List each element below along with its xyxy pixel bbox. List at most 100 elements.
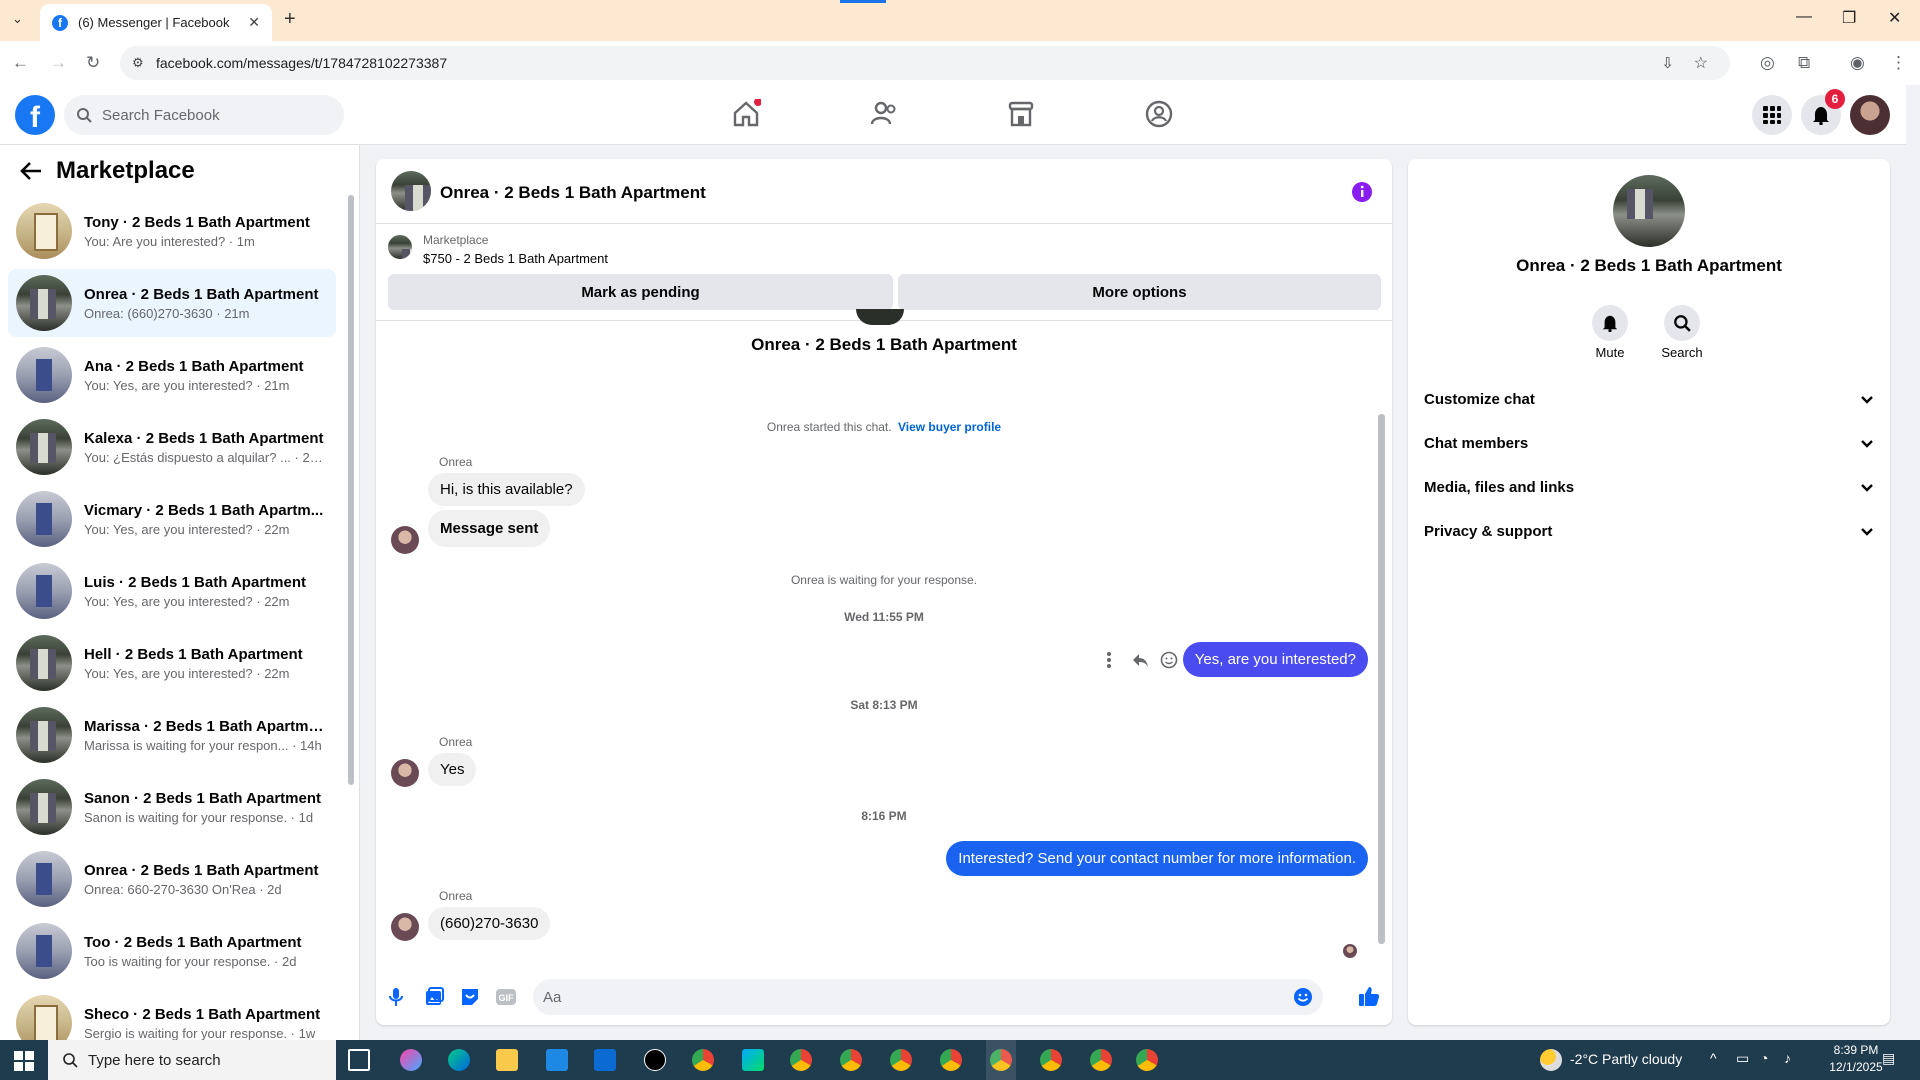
extension-badge-icon[interactable]: ◎ — [1760, 53, 1775, 73]
reply-icon[interactable] — [1131, 651, 1149, 669]
emoji-icon[interactable] — [1293, 987, 1313, 1007]
listing-title[interactable]: $750 - 2 Beds 1 Bath Apartment — [423, 251, 608, 266]
microphone-icon[interactable] — [388, 987, 404, 1007]
conversation-item[interactable]: Ana · 2 Beds 1 Bath Apartment You: Yes, a… — [8, 341, 336, 409]
mute-button[interactable] — [1592, 305, 1628, 341]
notifications-button[interactable]: 6 — [1801, 89, 1845, 135]
address-bar[interactable]: ⚙ facebook.com/messages/t/17847281022733… — [120, 46, 1730, 80]
site-info-icon[interactable]: ⚙ — [132, 55, 144, 71]
chat-title[interactable]: Onrea · 2 Beds 1 Bath Apartment — [440, 183, 706, 203]
conversation-scrollbar[interactable] — [348, 195, 354, 785]
marketplace-icon[interactable] — [1006, 99, 1036, 129]
chat-avatar[interactable] — [391, 171, 431, 211]
gif-icon[interactable]: GIF — [495, 988, 517, 1006]
conversation-item[interactable]: Kalexa · 2 Beds 1 Bath Apartment You: ¿Es… — [8, 413, 336, 481]
copilot-icon[interactable] — [400, 1049, 422, 1071]
facebook-logo[interactable]: f — [15, 95, 55, 135]
new-tab-button[interactable]: + — [284, 8, 296, 31]
windows-start-icon[interactable] — [14, 1051, 34, 1071]
search-conversation-button[interactable] — [1664, 305, 1700, 341]
message-bubble-incoming[interactable]: Yes — [428, 753, 477, 786]
conversation-item[interactable]: Vicmary · 2 Beds 1 Bath Apartm... You: Ye… — [8, 485, 336, 553]
conversation-item[interactable]: Tony · 2 Beds 1 Bath Apartment You: Are y… — [8, 197, 336, 265]
conversation-item[interactable]: Luis · 2 Beds 1 Bath Apartment You: Yes, … — [8, 557, 336, 625]
chrome-icon[interactable] — [692, 1049, 714, 1071]
message-bubble-incoming[interactable]: Message sent — [428, 510, 551, 547]
tab-search-chevron-icon[interactable]: ⌄ — [12, 11, 23, 27]
conversation-item[interactable]: Sanon · 2 Beds 1 Bath Apartment Sanon is … — [8, 773, 336, 841]
browser-menu-icon[interactable]: ⋮ — [1890, 53, 1907, 73]
store-icon[interactable] — [546, 1049, 568, 1071]
chat-scrollbar[interactable] — [1378, 414, 1385, 944]
friends-icon[interactable] — [869, 99, 899, 129]
weather-icon[interactable] — [1540, 1049, 1562, 1071]
profile-icon[interactable]: ◉ — [1850, 53, 1865, 73]
chrome-icon[interactable] — [1136, 1049, 1158, 1071]
info-icon[interactable] — [1351, 181, 1373, 203]
menu-grid-button[interactable] — [1752, 95, 1792, 135]
browser-tab-active[interactable]: f (6) Messenger | Facebook ✕ — [40, 4, 272, 41]
wifi-icon[interactable]: ◔ — [1760, 1050, 1768, 1066]
conversation-item[interactable]: Marissa · 2 Beds 1 Bath Apartment Marissa… — [8, 701, 336, 769]
sticker-icon[interactable] — [460, 987, 480, 1007]
sender-avatar[interactable] — [391, 759, 419, 787]
restore-window-icon[interactable]: ❐ — [1842, 8, 1856, 28]
conversation-item[interactable]: Hell · 2 Beds 1 Bath Apartment You: Yes, … — [8, 629, 336, 697]
message-bubble-incoming[interactable]: (660)270-3630 — [428, 907, 551, 940]
message-bubble-outgoing[interactable]: Yes, are you interested? — [1182, 642, 1368, 677]
view-buyer-profile-link[interactable]: View buyer profile — [898, 420, 1001, 434]
taskbar-search-input[interactable]: Type here to search — [48, 1040, 336, 1080]
minimize-window-icon[interactable]: — — [1796, 8, 1812, 26]
edge-icon[interactable] — [448, 1049, 470, 1071]
reload-icon[interactable]: ↻ — [86, 53, 100, 73]
mark-as-pending-button[interactable]: Mark as pending — [388, 274, 893, 310]
groups-icon[interactable] — [1144, 99, 1174, 129]
volume-icon[interactable]: ♪ — [1784, 1050, 1791, 1066]
chrome-icon[interactable] — [790, 1049, 812, 1071]
install-app-icon[interactable]: ⇩ — [1661, 54, 1674, 72]
outlook-icon[interactable] — [594, 1049, 616, 1071]
message-input[interactable]: Aa — [533, 979, 1323, 1015]
play-icon[interactable] — [742, 1049, 764, 1071]
weather-text[interactable]: -2°C Partly cloudy — [1570, 1051, 1682, 1067]
close-tab-icon[interactable]: ✕ — [248, 14, 260, 31]
more-options-button[interactable]: More options — [898, 274, 1381, 310]
thumbs-up-icon[interactable] — [1358, 985, 1380, 1007]
sender-avatar[interactable] — [391, 526, 419, 554]
account-avatar[interactable] — [1850, 95, 1890, 135]
react-emoji-icon[interactable] — [1160, 651, 1178, 669]
back-arrow-icon[interactable] — [20, 161, 42, 181]
tiktok-icon[interactable] — [644, 1049, 666, 1071]
bookmark-star-icon[interactable]: ☆ — [1694, 53, 1708, 73]
notification-center-icon[interactable]: ▤ — [1882, 1050, 1895, 1067]
details-section[interactable]: Customize chat — [1424, 391, 1874, 408]
close-window-icon[interactable]: ✕ — [1888, 8, 1901, 28]
chrome-icon[interactable] — [940, 1049, 962, 1071]
extensions-puzzle-icon[interactable]: ⧉ — [1798, 53, 1810, 73]
details-avatar[interactable] — [1613, 175, 1685, 247]
details-section[interactable]: Chat members — [1424, 435, 1874, 452]
message-more-icon[interactable] — [1106, 651, 1112, 669]
file-explorer-icon[interactable] — [496, 1049, 518, 1071]
home-icon[interactable] — [731, 99, 761, 129]
listing-thumbnail[interactable] — [388, 235, 412, 259]
clock-time[interactable]: 8:39 PM — [1828, 1043, 1884, 1057]
details-section[interactable]: Privacy & support — [1424, 523, 1874, 540]
chrome-icon[interactable] — [840, 1049, 862, 1071]
sender-avatar[interactable] — [391, 913, 419, 941]
clock-date[interactable]: 12/1/2025 — [1828, 1060, 1884, 1074]
forward-icon[interactable]: → — [50, 53, 67, 73]
task-view-icon[interactable] — [348, 1049, 370, 1071]
facebook-search-input[interactable]: Search Facebook — [64, 95, 344, 135]
chrome-icon[interactable] — [1090, 1049, 1112, 1071]
conversation-item[interactable]: Onrea · 2 Beds 1 Bath Apartment Onrea: (6… — [8, 269, 336, 337]
conversation-item[interactable]: Too · 2 Beds 1 Bath Apartment Too is wait… — [8, 917, 336, 985]
details-section[interactable]: Media, files and links — [1424, 479, 1874, 496]
tray-chevron-icon[interactable]: ^ — [1710, 1050, 1717, 1066]
conversation-item[interactable]: Onrea · 2 Beds 1 Bath Apartment Onrea: 66… — [8, 845, 336, 913]
photo-icon[interactable] — [424, 987, 444, 1007]
message-bubble-outgoing[interactable]: Interested? Send your contact number for… — [946, 841, 1368, 876]
message-bubble-incoming[interactable]: Hi, is this available? — [428, 473, 585, 506]
network-icon[interactable]: ▭ — [1736, 1050, 1749, 1067]
conversation-item[interactable]: Sheco · 2 Beds 1 Bath Apartment Sergio is… — [8, 989, 336, 1040]
